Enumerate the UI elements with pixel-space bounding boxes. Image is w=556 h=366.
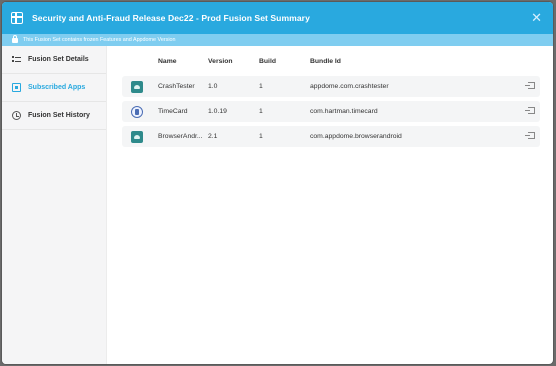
app-version: 1.0.19: [208, 108, 227, 115]
table-row[interactable]: TimeCard 1.0.19 1 com.hartman.timecard: [122, 101, 540, 122]
column-header-build: Build: [259, 57, 276, 65]
open-app-icon[interactable]: [525, 132, 535, 139]
sidebar-item-label: Fusion Set Details: [28, 56, 89, 63]
android-icon: [131, 80, 143, 93]
column-header-version: Version: [208, 57, 233, 65]
banner-text: This Fusion Set contains frozen Features…: [23, 37, 176, 43]
close-icon[interactable]: ✕: [531, 11, 542, 24]
table-row[interactable]: BrowserAndr... 2.1 1 com.appdome.browser…: [122, 126, 540, 147]
column-header-name: Name: [158, 57, 177, 65]
column-header-bundle-id: Bundle Id: [310, 57, 341, 65]
sidebar-item-label: Subscribed Apps: [28, 84, 86, 91]
app-build: 1: [259, 83, 263, 90]
frozen-banner: This Fusion Set contains frozen Features…: [2, 34, 553, 46]
app-bundle-id: com.hartman.timecard: [310, 108, 378, 115]
app-version: 2.1: [208, 133, 218, 140]
table-row[interactable]: CrashTester 1.0 1 appdome.com.crashteste…: [122, 76, 540, 97]
sidebar-item-subscribed-apps[interactable]: Subscribed Apps: [2, 74, 106, 102]
fusion-set-summary-dialog: Security and Anti-Fraud Release Dec22 - …: [2, 2, 553, 364]
list-icon: [12, 55, 21, 64]
open-app-icon[interactable]: [525, 107, 535, 114]
lock-icon: [12, 34, 18, 43]
grid-icon: [11, 12, 23, 24]
app-name: CrashTester: [158, 83, 195, 90]
sidebar-item-fusion-set-history[interactable]: Fusion Set History: [2, 102, 106, 130]
history-icon: [12, 111, 21, 120]
app-name: BrowserAndr...: [158, 133, 203, 140]
sidebar-item-label: Fusion Set History: [28, 112, 90, 119]
app-build: 1: [259, 133, 263, 140]
open-app-icon[interactable]: [525, 82, 535, 89]
dialog-header: Security and Anti-Fraud Release Dec22 - …: [2, 2, 553, 34]
app-version: 1.0: [208, 83, 218, 90]
app-name: TimeCard: [158, 108, 188, 115]
sidebar: Fusion Set Details Subscribed Apps Fusio…: [2, 46, 107, 364]
sidebar-item-fusion-set-details[interactable]: Fusion Set Details: [2, 46, 106, 74]
app-bundle-id: com.appdome.browserandroid: [310, 133, 402, 140]
android-icon: [131, 130, 143, 143]
dialog-title: Security and Anti-Fraud Release Dec22 - …: [32, 13, 310, 23]
apps-icon: [12, 83, 21, 92]
timecard-icon: [131, 105, 143, 118]
table-header: Name Version Build Bundle Id: [122, 46, 540, 76]
app-build: 1: [259, 108, 263, 115]
subscribed-apps-panel: Name Version Build Bundle Id CrashTester…: [107, 46, 553, 364]
app-bundle-id: appdome.com.crashtester: [310, 83, 389, 90]
